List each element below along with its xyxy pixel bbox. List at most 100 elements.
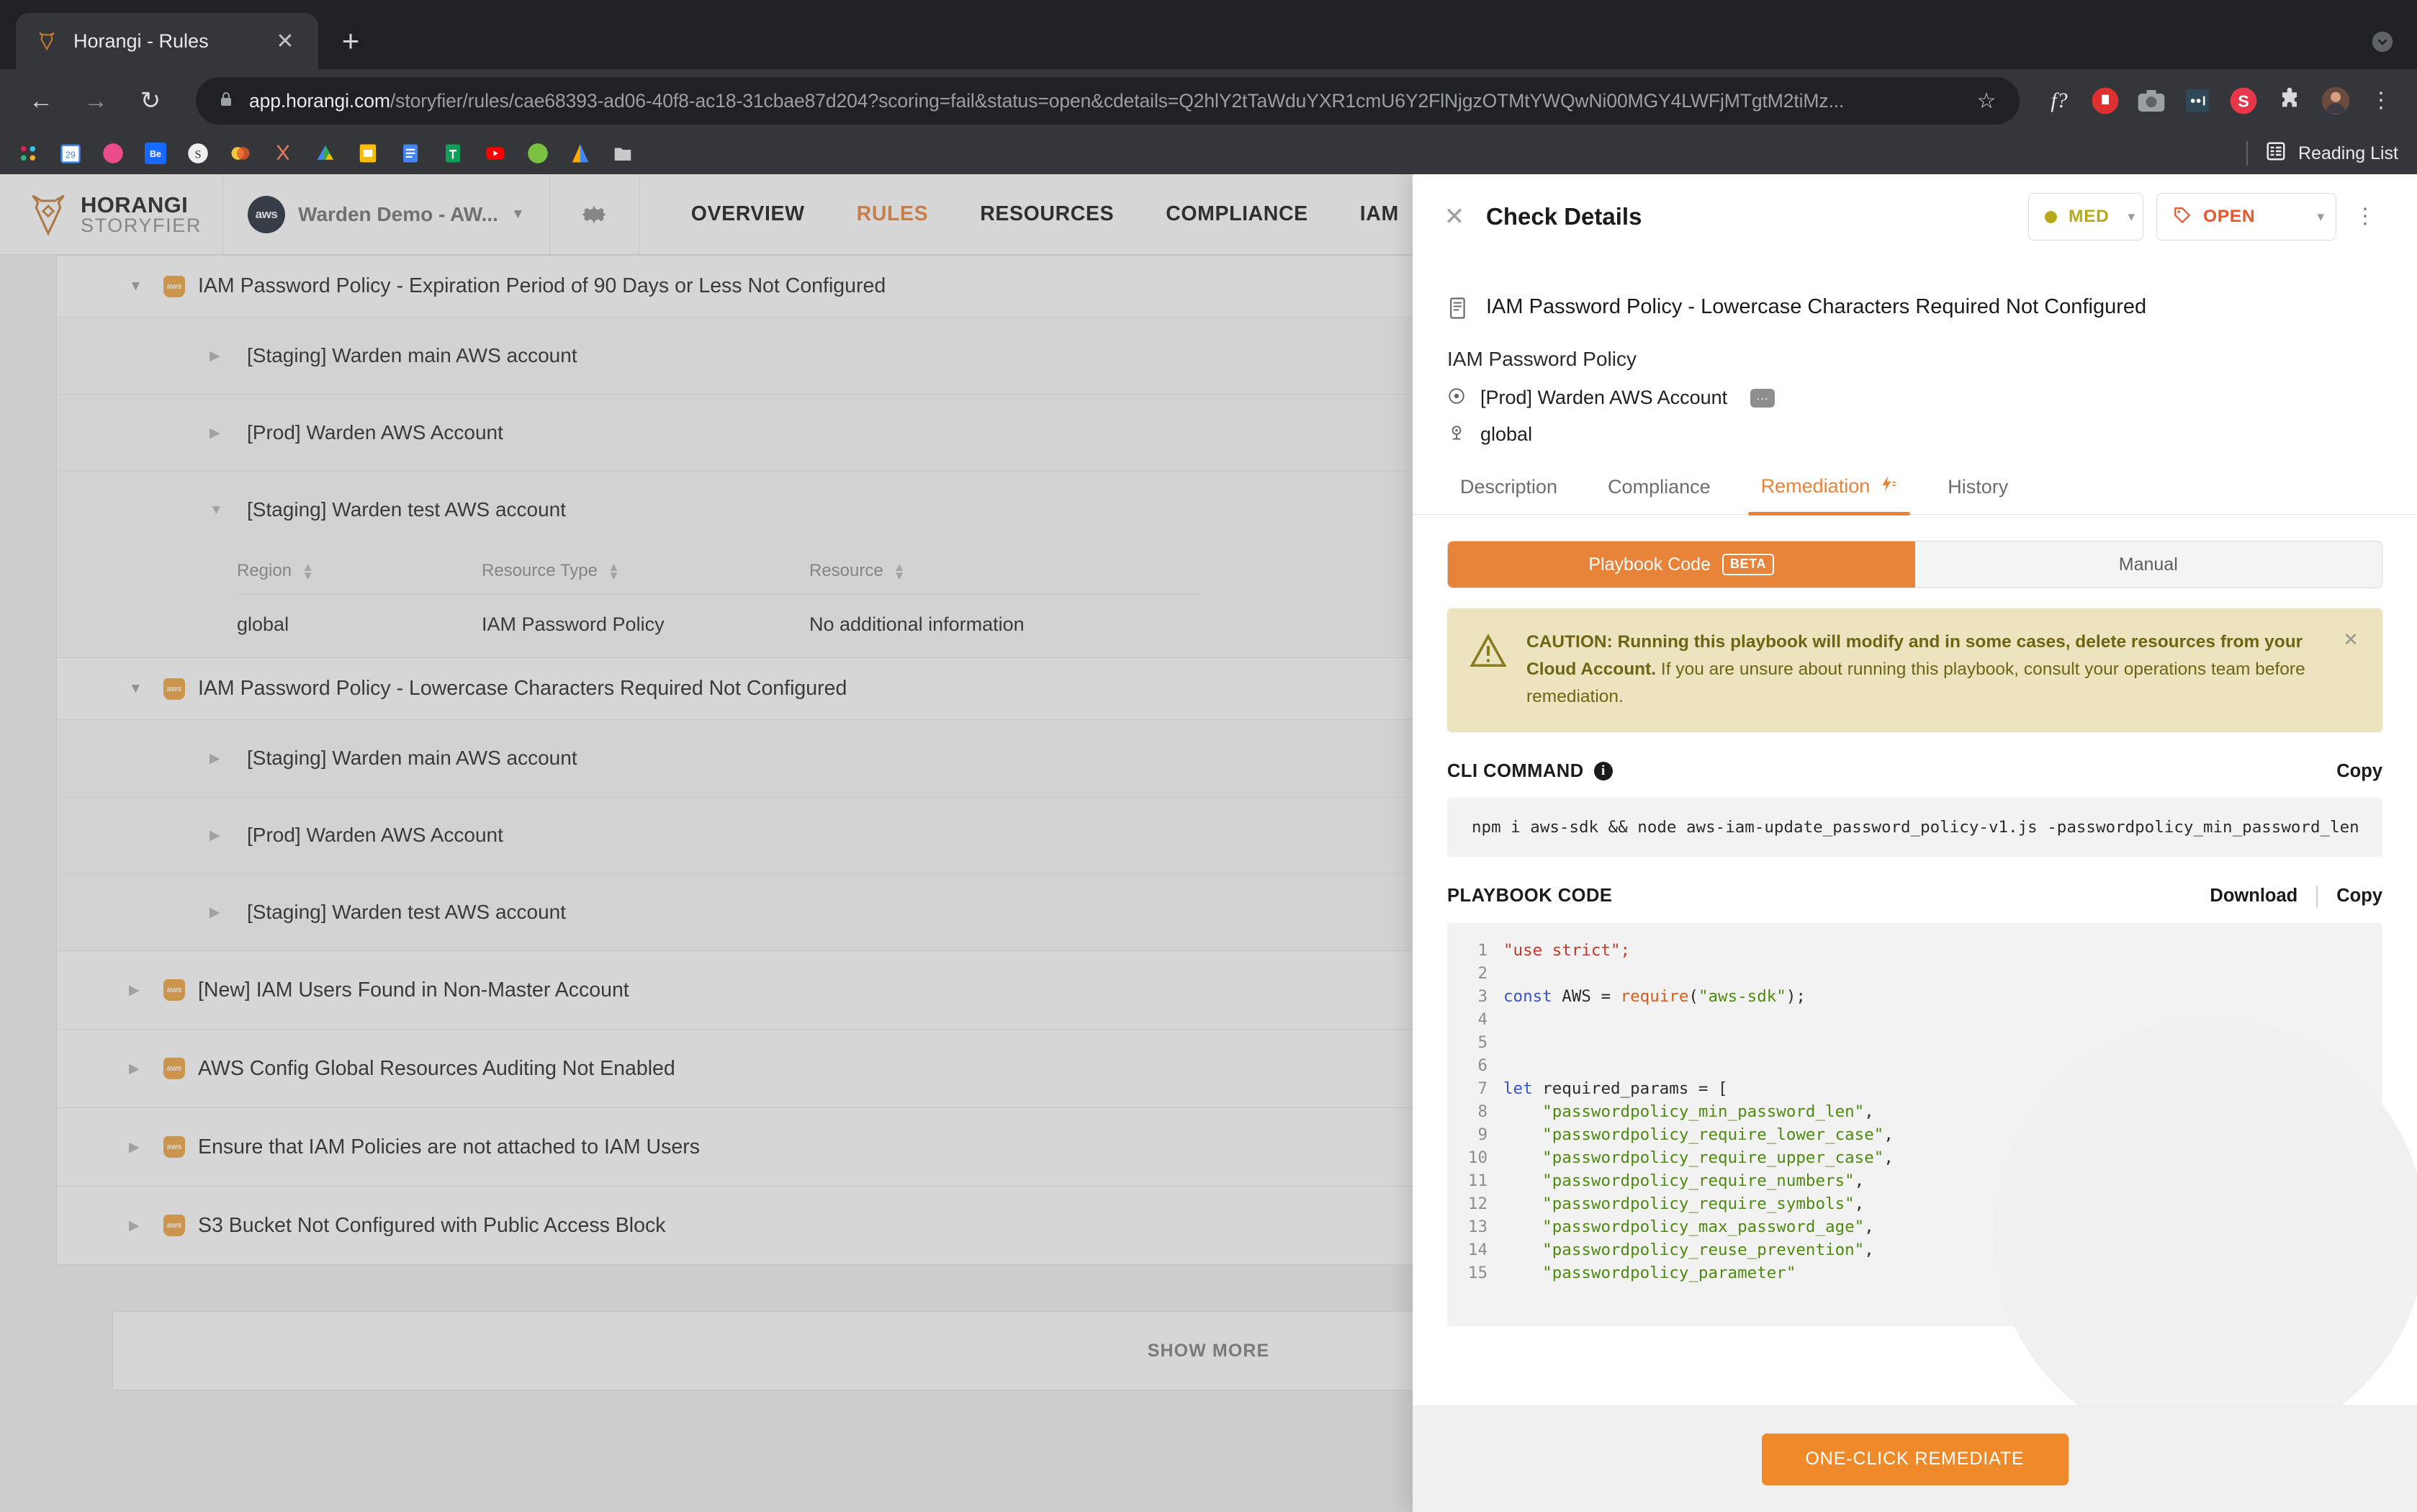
invision-icon[interactable]: S bbox=[186, 141, 210, 166]
chevron-right-icon[interactable]: ▶ bbox=[129, 1062, 148, 1076]
account-label: [Staging] Warden test AWS account bbox=[247, 498, 567, 521]
drive-icon[interactable] bbox=[313, 141, 338, 166]
dribbble-icon[interactable] bbox=[101, 141, 125, 166]
tab-history[interactable]: History bbox=[1935, 476, 2021, 514]
nav-iam[interactable]: IAM bbox=[1334, 174, 1425, 255]
divider bbox=[2316, 885, 2318, 907]
tab-remediation[interactable]: Remediation bbox=[1747, 474, 1911, 516]
chevron-right-icon[interactable]: ▶ bbox=[210, 426, 228, 440]
fx-icon[interactable]: f? bbox=[2040, 81, 2079, 120]
horangi-favicon bbox=[35, 29, 59, 53]
chevron-right-icon[interactable]: ▶ bbox=[210, 829, 228, 842]
bookmark-star-icon[interactable]: ☆ bbox=[1972, 89, 2001, 114]
logo-line-1: HORANGI bbox=[81, 192, 189, 217]
puzzle-icon[interactable] bbox=[2270, 81, 2309, 120]
check-title-row: IAM Password Policy - Lowercase Characte… bbox=[1413, 259, 2417, 323]
nav-compliance[interactable]: COMPLIANCE bbox=[1140, 174, 1334, 255]
one-click-remediate-button[interactable]: ONE-CLICK REMEDIATE bbox=[1761, 1433, 2069, 1485]
slack-icon[interactable] bbox=[16, 141, 40, 166]
app-logo[interactable]: HORANGI STORYFIER bbox=[0, 174, 223, 255]
horangi-tiger-logo bbox=[26, 192, 71, 237]
behance-icon[interactable]: Be bbox=[143, 141, 168, 166]
reading-list-button[interactable]: Reading List bbox=[2246, 140, 2398, 167]
code-line: 14 "passwordpolicy_reuse_prevention", bbox=[1447, 1238, 2382, 1261]
chevron-down-icon[interactable]: ▼ bbox=[210, 503, 228, 517]
calendar-icon[interactable]: 29 bbox=[58, 141, 83, 166]
column-header-region[interactable]: Region ▲ ▼ bbox=[237, 548, 482, 595]
gear-icon bbox=[582, 204, 606, 224]
severity-dropdown[interactable]: MED ▾ bbox=[2028, 193, 2143, 240]
playbook-code-block[interactable]: 1 "use strict"; 2 3 const AWS = require("aw… bbox=[1447, 922, 2382, 1326]
kebab-menu-icon[interactable]: ⋮ bbox=[2364, 90, 2398, 112]
tab-description[interactable]: Description bbox=[1447, 476, 1570, 514]
code-line: 1 "use strict"; bbox=[1447, 939, 2382, 962]
close-icon[interactable]: ✕ bbox=[2338, 629, 2364, 711]
chevron-down-circle-icon[interactable] bbox=[2365, 24, 2400, 59]
copy-cli-button[interactable]: Copy bbox=[2336, 761, 2382, 782]
nav-rules[interactable]: RULES bbox=[831, 174, 955, 255]
chevron-down-icon[interactable]: ▼ bbox=[129, 682, 148, 696]
browser-tab[interactable]: Horangi - Rules ✕ bbox=[16, 13, 318, 69]
panel-body: IAM Password Policy - Lowercase Characte… bbox=[1413, 259, 2417, 1512]
scissors-icon[interactable] bbox=[271, 141, 295, 166]
table-row[interactable]: global IAM Password Policy No additional… bbox=[237, 595, 1202, 658]
chevron-right-icon[interactable]: ▶ bbox=[129, 1219, 148, 1233]
nav-resources[interactable]: RESOURCES bbox=[954, 174, 1140, 255]
chevron-down-icon[interactable]: ▼ bbox=[129, 279, 148, 293]
account-selector[interactable]: aws Warden Demo - AW... ▼ bbox=[223, 174, 550, 255]
detail-tabs: Description Compliance Remediation Histo… bbox=[1413, 474, 2417, 516]
settings-button[interactable] bbox=[550, 174, 639, 255]
line-number: 10 bbox=[1467, 1148, 1487, 1167]
line-number: 15 bbox=[1467, 1263, 1487, 1282]
cli-command-box[interactable]: npm i aws-sdk && node aws-iam-update_pas… bbox=[1447, 797, 2382, 857]
close-icon[interactable]: ✕ bbox=[1439, 202, 1470, 231]
chevron-right-icon[interactable]: ▶ bbox=[210, 349, 228, 363]
colors-icon[interactable] bbox=[228, 141, 253, 166]
chevron-right-icon[interactable]: ▶ bbox=[210, 906, 228, 919]
reload-icon[interactable]: ↻ bbox=[128, 78, 173, 123]
screenshot-icon[interactable] bbox=[2132, 81, 2171, 120]
segment-playbook-code[interactable]: Playbook Code BETA bbox=[1448, 541, 1915, 588]
column-label: Resource bbox=[809, 561, 883, 580]
account-meta-row: [Prod] Warden AWS Account ... bbox=[1447, 387, 2382, 409]
account-label: [Prod] Warden AWS Account bbox=[247, 421, 503, 444]
chevron-right-icon[interactable]: ▶ bbox=[129, 1140, 148, 1154]
kebab-menu-icon[interactable]: ⋮ bbox=[2345, 206, 2385, 228]
docs-icon[interactable] bbox=[398, 141, 423, 166]
line-number: 9 bbox=[1477, 1125, 1487, 1144]
copy-playbook-button[interactable]: Copy bbox=[2336, 886, 2382, 906]
line-number: 12 bbox=[1467, 1194, 1487, 1213]
evernote-icon[interactable] bbox=[526, 141, 550, 166]
arrow-right-icon[interactable]: → bbox=[73, 78, 118, 123]
tab-compliance[interactable]: Compliance bbox=[1595, 476, 1724, 514]
adblock-icon[interactable] bbox=[2086, 81, 2125, 120]
download-playbook-button[interactable]: Download bbox=[2210, 886, 2297, 906]
segment-manual[interactable]: Manual bbox=[1914, 541, 2382, 588]
address-bar[interactable]: app.horangi.com/storyfier/rules/cae68393… bbox=[196, 77, 2020, 125]
nav-overview[interactable]: OVERVIEW bbox=[665, 174, 831, 255]
column-header-resource-type[interactable]: Resource Type ▲ ▼ bbox=[482, 548, 809, 595]
profile-avatar[interactable] bbox=[2316, 81, 2355, 120]
info-icon[interactable]: i bbox=[1593, 762, 1613, 781]
code-text: "passwordpolicy_require_numbers", bbox=[1503, 1171, 1865, 1190]
chevron-down-icon: ▼ bbox=[510, 206, 525, 222]
chevron-right-icon[interactable]: ▶ bbox=[129, 984, 148, 997]
column-header-resource[interactable]: Resource ▲ ▼ bbox=[809, 548, 1202, 595]
chevron-right-icon[interactable]: ▶ bbox=[210, 752, 228, 765]
s-extension-icon[interactable]: S bbox=[2224, 81, 2263, 120]
sheets-icon[interactable] bbox=[441, 141, 465, 166]
analytics-icon[interactable] bbox=[568, 141, 593, 166]
segment-label: Playbook Code bbox=[1588, 554, 1711, 575]
dots-extension-icon[interactable] bbox=[2178, 81, 2217, 120]
keep-icon[interactable] bbox=[356, 141, 380, 166]
aws-icon: aws bbox=[248, 195, 285, 233]
folder-icon[interactable] bbox=[611, 141, 635, 166]
overflow-badge[interactable]: ... bbox=[1750, 388, 1775, 408]
youtube-icon[interactable] bbox=[483, 141, 508, 166]
cell-region: global bbox=[237, 613, 289, 635]
status-dropdown[interactable]: OPEN ▾ bbox=[2156, 193, 2336, 240]
close-icon[interactable]: ✕ bbox=[271, 27, 300, 55]
arrow-left-icon[interactable]: ← bbox=[19, 78, 63, 123]
plus-icon[interactable]: + bbox=[328, 19, 373, 63]
